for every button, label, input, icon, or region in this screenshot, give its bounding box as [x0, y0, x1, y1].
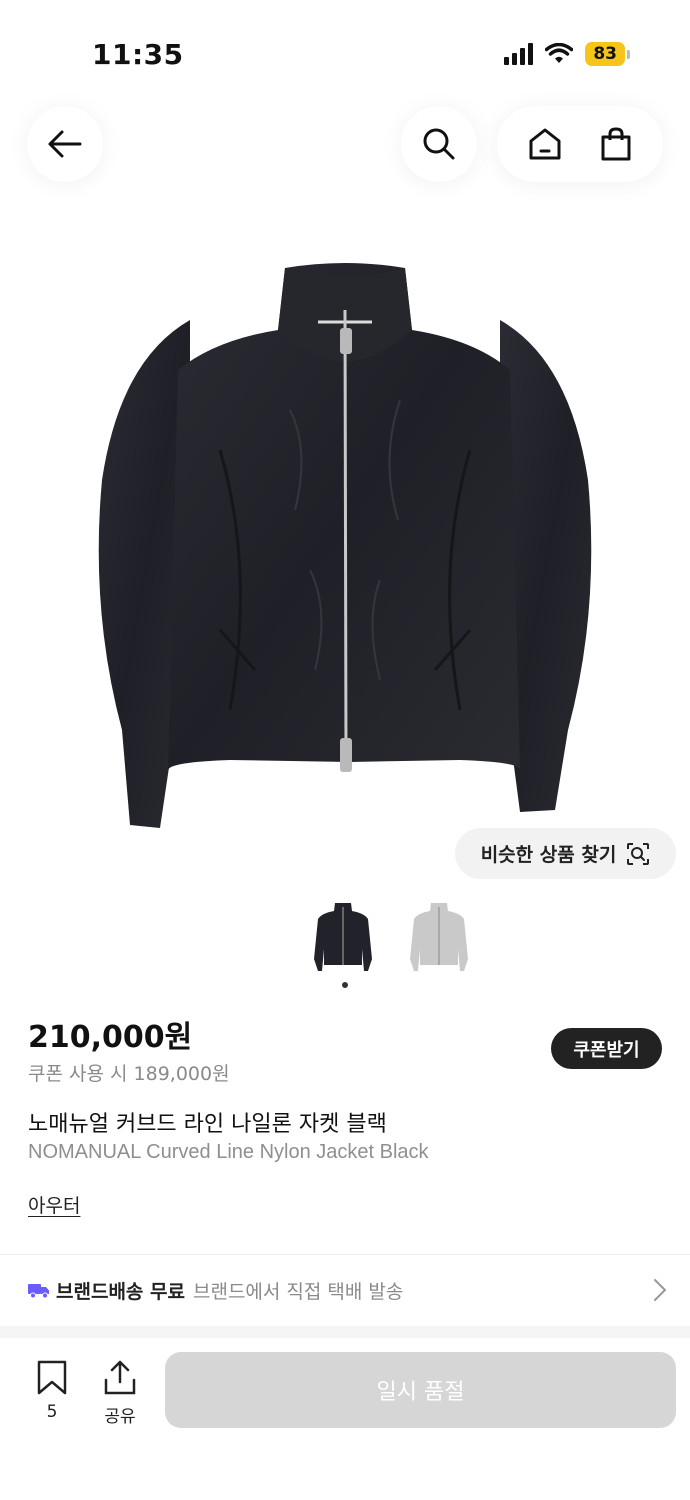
arrow-left-icon: [48, 130, 82, 158]
wifi-icon: [545, 43, 574, 63]
battery-cap: [627, 49, 630, 59]
divider: [0, 1254, 690, 1255]
visual-search-icon: [627, 842, 650, 865]
bookmark-button[interactable]: 5: [30, 1360, 74, 1422]
cart-button[interactable]: [590, 118, 642, 170]
home-button[interactable]: [519, 118, 571, 170]
shipping-label: 브랜드배송 무료: [56, 1280, 185, 1303]
category-link[interactable]: 아우터: [28, 1191, 80, 1218]
product-title-korean: 노매뉴얼 커브드 라인 나일론 자켓 블랙: [28, 1112, 387, 1137]
cellular-signal-icon: [504, 43, 534, 65]
thumbnail-black-jacket[interactable]: [305, 898, 381, 974]
jacket-illustration: [98, 263, 592, 828]
product-price: 210,000원: [28, 1020, 193, 1055]
home-icon: [529, 128, 560, 160]
share-icon: [104, 1360, 136, 1395]
section-separator: [0, 1326, 690, 1338]
find-similar-button[interactable]: 비슷한 상품 찾기: [455, 828, 676, 879]
shipping-description: 브랜드에서 직접 택배 발송: [192, 1280, 404, 1303]
find-similar-label: 비슷한 상품 찾기: [480, 844, 617, 866]
thumbnail-gray-jacket[interactable]: [401, 898, 477, 974]
search-button[interactable]: [401, 106, 477, 182]
share-button[interactable]: 공유: [97, 1360, 143, 1427]
shipping-info-row[interactable]: 브랜드배송 무료 브랜드에서 직접 택배 발송: [28, 1275, 668, 1305]
status-bar: 11:35 83: [0, 0, 690, 100]
search-icon: [423, 128, 455, 160]
thumbnail-list: [305, 898, 477, 974]
status-time: 11:35: [92, 38, 184, 71]
bookmark-count: 5: [46, 1402, 58, 1422]
get-coupon-button[interactable]: 쿠폰받기: [551, 1028, 662, 1069]
sold-out-button[interactable]: 일시 품절: [165, 1352, 676, 1428]
chevron-right-icon: [654, 1279, 667, 1301]
battery-indicator: 83: [585, 42, 625, 66]
bookmark-icon: [37, 1360, 67, 1395]
shopping-bag-icon: [601, 127, 630, 161]
share-label: 공유: [104, 1407, 136, 1427]
status-icons: 83: [504, 42, 630, 66]
back-button[interactable]: [27, 106, 103, 182]
product-image[interactable]: [80, 250, 610, 840]
truck-icon: [28, 1284, 49, 1299]
coupon-price: 쿠폰 사용 시 189,000원: [28, 1063, 230, 1085]
gray-jacket-thumbnail: [410, 903, 468, 971]
black-jacket-thumbnail: [314, 903, 372, 971]
carousel-indicator: [342, 982, 348, 988]
home-cart-group: [497, 106, 663, 182]
product-title-english: NOMANUAL Curved Line Nylon Jacket Black: [28, 1141, 429, 1163]
